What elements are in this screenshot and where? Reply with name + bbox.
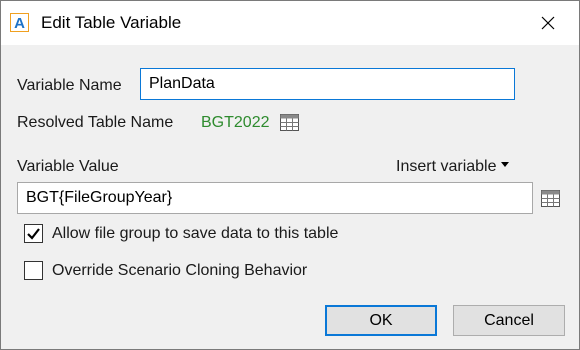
table-icon[interactable] xyxy=(280,114,299,131)
resolved-table-name-value: BGT2022 xyxy=(201,114,270,131)
allow-save-checkbox[interactable] xyxy=(24,224,43,243)
title-bar: A Edit Table Variable xyxy=(1,1,579,45)
resolved-table-name-label: Resolved Table Name xyxy=(17,114,174,131)
variable-name-label: Variable Name xyxy=(17,77,122,94)
checkmark-icon xyxy=(27,228,40,240)
insert-variable-label: Insert variable xyxy=(396,158,497,175)
dialog-title: Edit Table Variable xyxy=(41,13,182,32)
close-button[interactable] xyxy=(534,9,562,37)
app-logo-icon: A xyxy=(10,13,29,32)
close-icon xyxy=(541,16,555,30)
dialog-body: Variable Name Resolved Table Name BGT202… xyxy=(1,45,579,349)
variable-name-input[interactable] xyxy=(140,68,515,100)
ok-button-label: OK xyxy=(369,311,393,329)
app-logo-letter: A xyxy=(14,15,25,32)
ok-button[interactable]: OK xyxy=(325,305,437,336)
table-icon[interactable] xyxy=(541,190,560,207)
caret-down-icon xyxy=(500,162,509,168)
cancel-button[interactable]: Cancel xyxy=(453,305,565,336)
override-cloning-label[interactable]: Override Scenario Cloning Behavior xyxy=(52,261,307,281)
allow-save-label[interactable]: Allow file group to save data to this ta… xyxy=(52,224,338,244)
override-cloning-checkbox[interactable] xyxy=(24,261,43,280)
variable-value-input[interactable] xyxy=(17,182,533,214)
edit-table-variable-dialog: A Edit Table Variable Variable Name Reso… xyxy=(0,0,580,350)
cancel-button-label: Cancel xyxy=(484,311,534,329)
insert-variable-dropdown[interactable]: Insert variable xyxy=(396,157,509,177)
variable-value-label: Variable Value xyxy=(17,158,119,175)
